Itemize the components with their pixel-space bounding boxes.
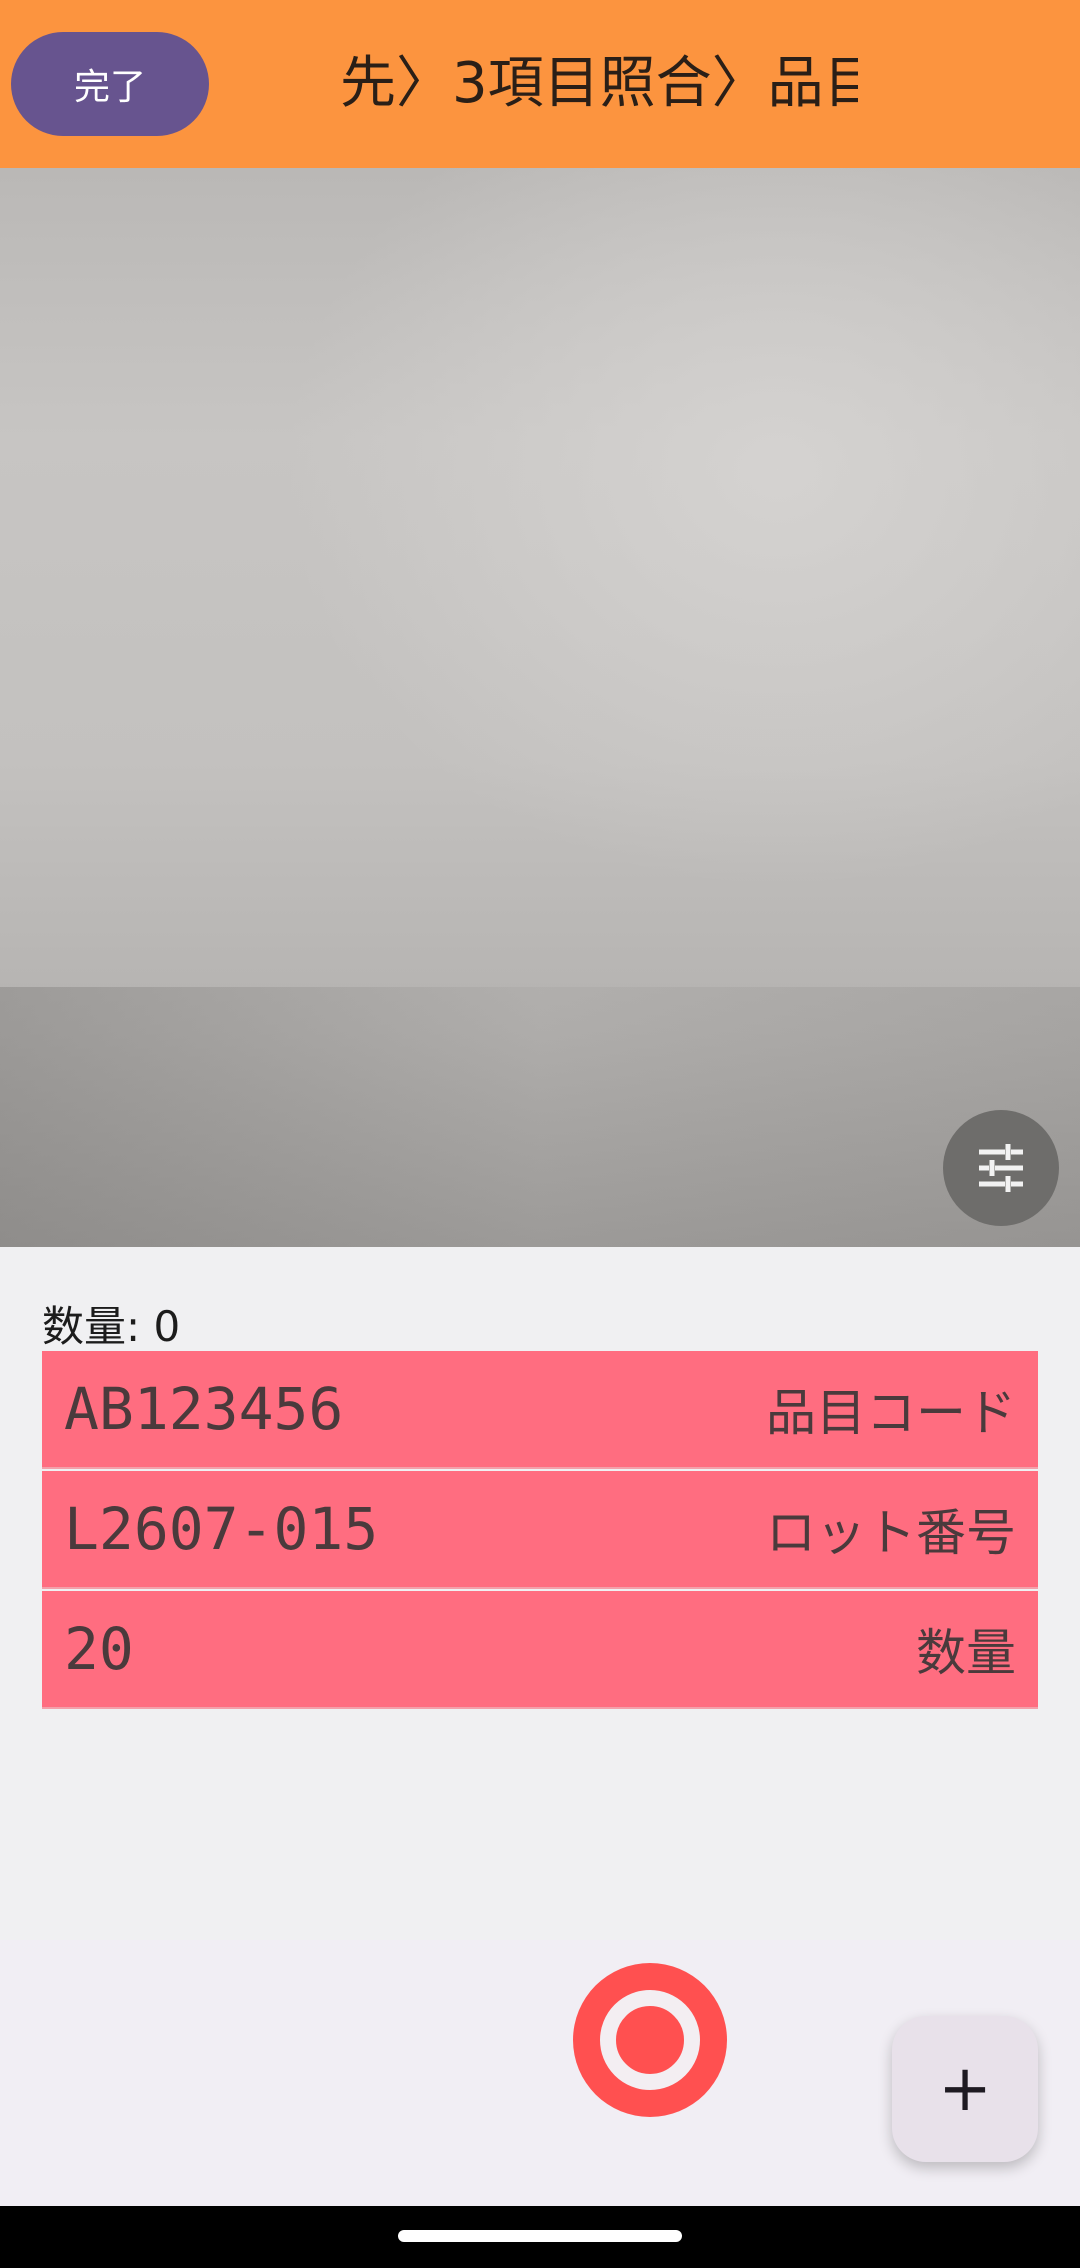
scan-row-label: 品目コード [766, 1384, 1016, 1442]
scan-row-item-code[interactable]: AB123456 品目コード [42, 1351, 1038, 1469]
scan-results-list: AB123456 品目コード L2607-015 ロット番号 20 数量 [42, 1351, 1038, 1711]
scan-row-label: 数量 [916, 1624, 1016, 1682]
scan-row-quantity[interactable]: 20 数量 [42, 1591, 1038, 1709]
home-indicator[interactable] [398, 2230, 682, 2242]
scan-row-value: AB123456 [64, 1375, 344, 1443]
record-button[interactable] [573, 1963, 727, 2117]
add-button[interactable]: + [892, 2016, 1038, 2162]
scan-row-value: 20 [64, 1615, 134, 1683]
camera-preview[interactable] [0, 168, 1080, 1247]
tune-sliders-icon [979, 1144, 1023, 1192]
system-nav-bar [0, 2206, 1080, 2268]
scan-row-lot-number[interactable]: L2607-015 ロット番号 [42, 1471, 1038, 1589]
count-label: 数量: 0 [42, 1301, 181, 1351]
camera-settings-button[interactable] [943, 1110, 1059, 1226]
page-title: 先〉3項目照合〉品目コード [340, 51, 858, 116]
record-icon [600, 1990, 700, 2090]
scan-row-label: ロット番号 [766, 1504, 1016, 1562]
done-button[interactable]: 完了 [11, 32, 209, 136]
title-container: 先〉3項目照合〉品目コード [340, 0, 858, 168]
scan-row-value: L2607-015 [64, 1495, 379, 1563]
top-app-bar: 完了 先〉3項目照合〉品目コード [0, 0, 1080, 168]
